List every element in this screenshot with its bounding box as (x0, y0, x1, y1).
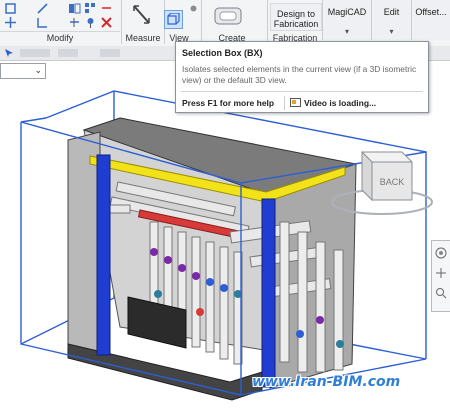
navigation-bar[interactable] (431, 240, 450, 312)
tooltip-separator (284, 96, 285, 110)
zoom-icon[interactable] (435, 287, 447, 299)
tab-offset[interactable]: Offset... (411, 0, 450, 40)
measure-icon[interactable] (131, 3, 153, 27)
view-type-dropdown[interactable]: ⌄ (0, 63, 46, 79)
chevron-down-icon: ⌄ (34, 65, 42, 75)
panel-divider (0, 31, 120, 32)
move-icon[interactable] (4, 16, 17, 29)
scale-icon[interactable] (100, 2, 113, 15)
tooltip-title: Selection Box (BX) (182, 48, 263, 58)
tooltip: Selection Box (BX) Isolates selected ele… (175, 41, 429, 113)
modify-panel-label: Modify (46, 33, 74, 43)
video-icon (290, 98, 301, 107)
chevron-down-icon: ▾ (344, 27, 349, 36)
pointer-icon[interactable] (4, 48, 14, 58)
tooltip-video-status: Video is loading... (304, 98, 377, 108)
viewcube-face-label: BACK (380, 177, 405, 187)
selection-box-icon (167, 13, 180, 25)
trim-icon[interactable] (36, 16, 49, 29)
pin-icon[interactable] (84, 16, 97, 29)
tooltip-description: Isolates selected elements in the curren… (182, 64, 417, 85)
split-icon[interactable] (68, 16, 81, 29)
offset-icon[interactable] (36, 2, 49, 15)
watermark: www.Iran-BIM.com (252, 374, 401, 390)
design-to-fabrication-button[interactable]: Design to Fabrication (270, 3, 322, 31)
array-icon[interactable] (84, 2, 97, 15)
tab-edit[interactable]: Edit ▾ (371, 0, 411, 40)
tab-magicad[interactable]: MagiCAD ▾ (322, 0, 371, 40)
toolbar-group (100, 49, 120, 57)
toolbar-group (20, 49, 50, 57)
tab-offset-label: Offset... (415, 7, 447, 17)
tooltip-divider (181, 91, 423, 92)
create-parts-icon[interactable] (212, 3, 246, 29)
selection-box-button[interactable] (164, 10, 183, 29)
hide-icon[interactable] (187, 2, 200, 15)
align-icon[interactable] (4, 2, 17, 15)
tab-edit-label: Edit (383, 7, 400, 17)
3d-viewport[interactable]: BACK (0, 82, 450, 415)
steering-wheel-icon[interactable] (435, 247, 447, 259)
tab-magicad-label: MagiCAD (327, 7, 367, 17)
measure-panel-label: Measure (125, 33, 161, 43)
toolbar-group (58, 49, 78, 57)
model-view: BACK (20, 90, 433, 401)
ribbon: Modify Measure View Create Design to Fab… (0, 0, 450, 47)
mirror-icon[interactable] (68, 2, 81, 15)
chevron-down-icon: ▾ (389, 27, 394, 36)
pan-icon[interactable] (435, 267, 447, 279)
tooltip-help-link[interactable]: Press F1 for more help (182, 98, 274, 108)
delete-icon[interactable] (100, 16, 113, 29)
